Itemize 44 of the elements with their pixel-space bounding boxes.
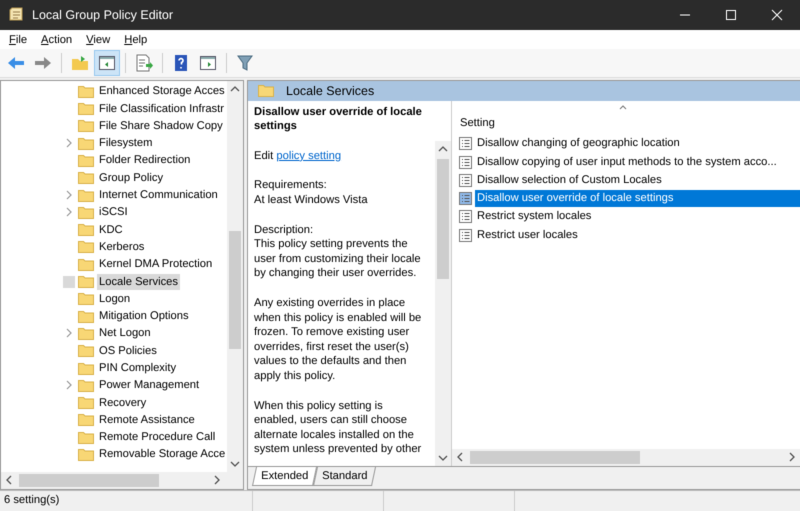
description-text: Requirements: At least Windows Vista [254, 178, 369, 208]
view-tab[interactable]: Standard [313, 466, 377, 486]
menu-item[interactable]: File [9, 34, 28, 46]
column-header[interactable]: Setting [452, 114, 800, 135]
window-title: Local Group Policy Editor [32, 8, 174, 22]
tree-item[interactable]: PIN Complexity [1, 359, 227, 377]
setting-row[interactable]: Restrict system locales [452, 208, 800, 226]
view-tab[interactable]: Extended [252, 466, 318, 486]
menu-item[interactable]: Action [41, 34, 72, 46]
menu-item[interactable]: View [86, 34, 110, 46]
tree-item[interactable]: Internet Communication [1, 186, 227, 204]
tree-item[interactable]: iSCSI [1, 204, 227, 221]
tree-item[interactable]: Net Logon [1, 324, 227, 342]
tree-item[interactable]: Locale Services [1, 272, 227, 290]
tree-item[interactable]: Mitigation Options [1, 307, 227, 325]
tree-item[interactable]: Filesystem [1, 134, 227, 152]
policy-title: Disallow user override of locale settings [254, 104, 423, 134]
description-text: Any existing overrides in place when this policy is enabled will be frozen. To remove existing user overrides, first reset the user(s) values to the defaults and then apply this policy. [254, 296, 422, 384]
tree-item[interactable]: Enhanced Storage Acces [1, 82, 227, 100]
tree-item[interactable]: Power Management [1, 376, 227, 394]
description-text: When this policy setting is enabled, users can still choose alternate locales installed on the system unless prevented by other [254, 398, 422, 457]
pane-title: Locale Services [286, 84, 374, 98]
setting-row[interactable]: Disallow changing of geographic location [452, 134, 800, 153]
tree-item[interactable]: Group Policy [1, 169, 227, 186]
tree-item[interactable]: KDC [1, 220, 227, 238]
tree-item[interactable]: Removable Storage Acce [1, 446, 227, 464]
menu-item[interactable]: Help [124, 34, 148, 46]
tree-item[interactable]: Folder Redirection [1, 152, 227, 170]
tree-item[interactable]: Kerberos [1, 238, 227, 256]
edit-sentence: Edit policy setting [254, 148, 342, 164]
setting-row[interactable]: Disallow copying of user input methods to the system acco... [452, 152, 800, 172]
status-text: 6 setting(s) [3, 492, 60, 508]
policy-setting-link[interactable]: policy setting [276, 150, 342, 162]
tree-item[interactable]: File Share Shadow Copy [1, 117, 227, 134]
setting-row[interactable]: Restrict user locales [452, 226, 800, 244]
tree-item[interactable]: File Classification Infrastr [1, 100, 227, 118]
tree-item[interactable]: Logon [1, 290, 227, 308]
tree-item[interactable]: Remote Procedure Call [1, 428, 227, 446]
tree-item[interactable]: Remote Assistance [1, 411, 227, 429]
description-text: Description: This policy setting prevents the user from customizing their locale by changing their user overrides. [254, 222, 422, 281]
tree-item[interactable]: Recovery [1, 394, 227, 412]
setting-row[interactable]: Disallow selection of Custom Locales [452, 171, 800, 190]
tree-item[interactable]: OS Policies [1, 342, 227, 360]
tree-item[interactable]: Kernel DMA Protection [1, 256, 227, 273]
